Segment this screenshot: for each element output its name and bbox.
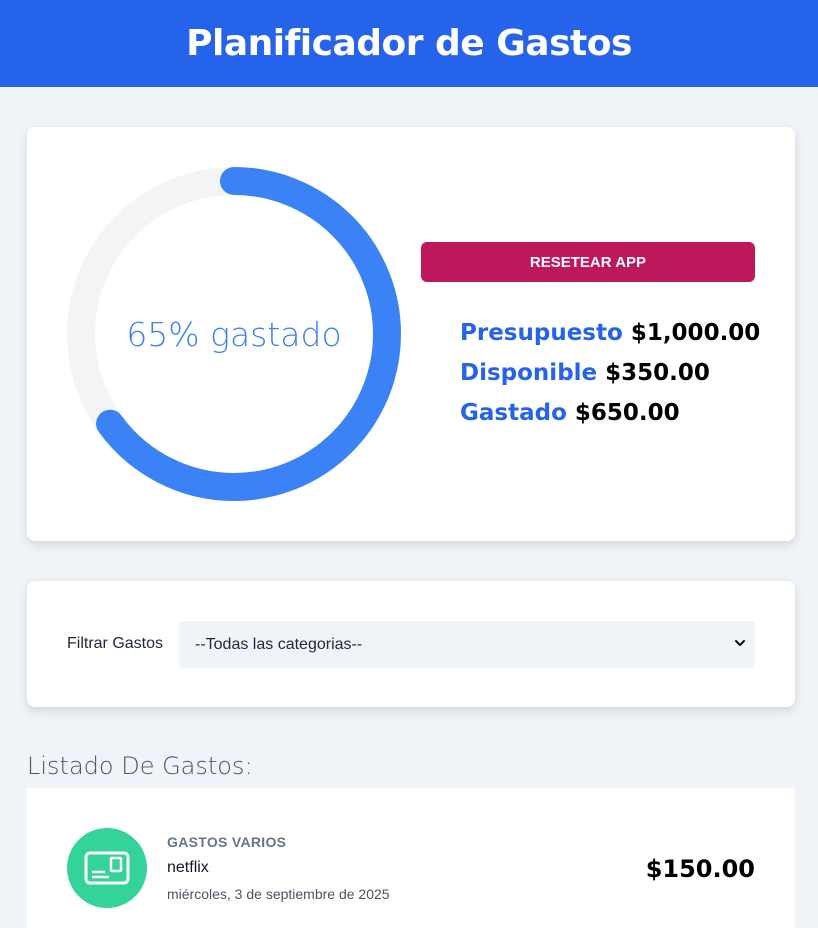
category-icon-badge (67, 828, 147, 908)
app-header: Planificador de Gastos (0, 0, 818, 87)
stat-spent: Gastado $650.00 (460, 393, 760, 433)
stat-spent-label: Gastado (460, 400, 567, 426)
chevron-down-icon (735, 640, 745, 646)
expense-list-title: Listado De Gastos: (27, 752, 253, 780)
budget-card: 65% gastado Resetear App Presupuesto $1,… (27, 127, 795, 541)
filter-label: Filtrar Gastos (67, 635, 164, 652)
stat-available-label: Disponible (460, 360, 598, 386)
filter-selected-value: --Todas las categorias-- (195, 635, 363, 653)
filter-card: Filtrar Gastos --Todas las categorias-- (27, 581, 795, 707)
budget-stats: Presupuesto $1,000.00 Disponible $350.00… (460, 313, 760, 433)
stat-available: Disponible $350.00 (460, 353, 760, 393)
stat-budget-label: Presupuesto (460, 320, 623, 346)
expense-item[interactable]: Gastos varios netflix miércoles, 3 de se… (27, 788, 795, 928)
expense-amount: $150.00 (645, 855, 755, 883)
category-filter-select[interactable]: --Todas las categorias-- (179, 621, 755, 668)
expense-date: miércoles, 3 de septiembre de 2025 (167, 886, 390, 902)
reset-app-button[interactable]: Resetear App (421, 242, 755, 282)
stat-budget-value: $1,000.00 (630, 320, 761, 346)
stat-budget: Presupuesto $1,000.00 (460, 313, 760, 353)
expense-category: Gastos varios (167, 834, 287, 850)
page-title: Planificador de Gastos (186, 23, 632, 64)
expense-name: netflix (167, 859, 209, 876)
subscription-icon (84, 851, 130, 885)
stat-spent-value: $650.00 (574, 400, 680, 426)
stat-available-value: $350.00 (605, 360, 710, 386)
percent-spent-label: 65% gastado (126, 314, 342, 354)
